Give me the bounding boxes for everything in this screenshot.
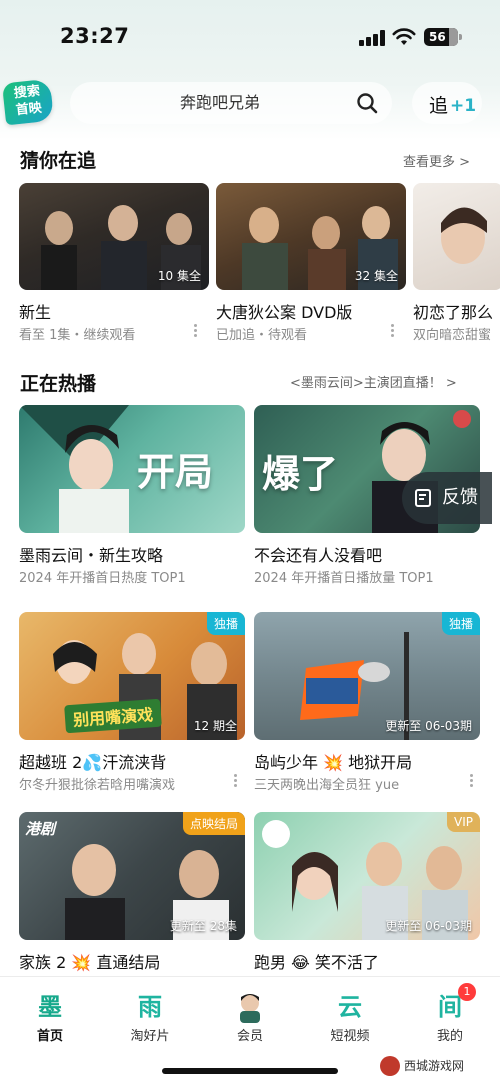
section-title-guess: 猜你在追: [20, 150, 97, 172]
tab-label: 首页: [36, 1029, 63, 1044]
hot-card-sub: 2024 年开播首日播放量 TOP1: [254, 571, 434, 586]
live-promo-link[interactable]: <墨雨云间>主演团直播！ >: [290, 372, 457, 391]
exclusive-tag: 独播: [441, 612, 480, 635]
tab-label: 短视频: [330, 1029, 370, 1044]
hot-card-title[interactable]: 墨雨云间・新生攻略: [19, 542, 245, 566]
discover-icon: 雨: [138, 993, 162, 1021]
tab-label: 我的: [436, 1029, 463, 1044]
episode-badge: 32 集全: [354, 269, 398, 283]
feedback-label: 反馈: [442, 487, 478, 508]
episode-badge: 更新至 06-03期: [385, 719, 472, 733]
hot-card-title[interactable]: 不会还有人没看吧: [254, 542, 480, 566]
hot-card-1-poster[interactable]: 开局: [19, 405, 245, 533]
episode-badge: 10 集全: [157, 269, 201, 283]
feedback-button[interactable]: 反馈: [402, 472, 492, 524]
follow-label: 追: [429, 95, 449, 117]
search-placeholder: 奔跑吧兄弟: [179, 93, 260, 112]
guess-thumb-1[interactable]: 10 集全: [19, 183, 209, 290]
home-indicator: [162, 1068, 338, 1074]
hot-card-4-poster[interactable]: 独播 更新至 06-03期: [254, 612, 480, 740]
home-icon: 墨: [38, 993, 62, 1021]
guess-thumb-3[interactable]: [413, 183, 500, 290]
guess-item-title[interactable]: 初恋了那么: [413, 299, 500, 323]
follow-count: +1: [450, 96, 477, 116]
episode-badge: 更新至 06-03期: [385, 919, 472, 933]
poster-title-text: 爆了: [262, 452, 339, 496]
view-more-link[interactable]: 查看更多 >: [403, 151, 470, 170]
poster-title-text: 港剧: [25, 820, 56, 838]
watermark-logo: 西城游戏网: [374, 1053, 494, 1079]
more-options-icon[interactable]: [232, 772, 238, 792]
hot-card-sub: 2024 年开播首日热度 TOP1: [19, 571, 186, 586]
guess-thumb-2[interactable]: 32 集全: [216, 183, 406, 290]
hot-card-title[interactable]: 家族 2 💥 直通结局: [19, 949, 245, 973]
guess-item-sub: 看至 1集・继续观看: [19, 328, 136, 343]
more-options-icon[interactable]: [468, 772, 474, 792]
hot-card-6-poster[interactable]: VIP 更新至 06-03期: [254, 812, 480, 940]
hot-card-5-poster[interactable]: 港剧 点映结局 更新至 28集: [19, 812, 245, 940]
wifi-icon: [392, 28, 416, 45]
guess-item-sub: 双向暗恋甜蜜: [413, 328, 492, 343]
episode-badge: 更新至 28集: [169, 919, 237, 933]
tab-vip[interactable]: 会员: [200, 977, 300, 1057]
hot-card-title[interactable]: 跑男 😂 笑不活了: [254, 949, 480, 973]
short-video-icon: 云: [338, 993, 362, 1021]
tab-discover[interactable]: 雨 淘好片: [100, 977, 200, 1057]
notification-badge: 1: [458, 983, 476, 1001]
exclusive-tag: 独播: [206, 612, 245, 635]
guess-item-title[interactable]: 新生: [19, 299, 209, 323]
hot-card-3-poster[interactable]: 独播 别用嘴演戏 12 期全: [19, 612, 245, 740]
guess-item-sub: 已加追・待观看: [216, 328, 308, 343]
battery-icon: 56: [424, 28, 462, 46]
member-avatar-icon: [240, 994, 260, 1023]
watermark-icon: [380, 1056, 400, 1076]
hot-card-title[interactable]: 超越班 2💦汗流浃背: [19, 749, 245, 773]
more-options-icon[interactable]: [389, 322, 395, 342]
feedback-icon: [415, 489, 431, 507]
section-title-hot: 正在热播: [20, 373, 97, 395]
tab-short-video[interactable]: 云 短视频: [300, 977, 400, 1057]
follow-button[interactable]: 追 +1: [412, 82, 482, 124]
watermark-text: 西城游戏网: [404, 1059, 465, 1073]
status-bar: 23:27 56: [0, 0, 500, 72]
tab-mine[interactable]: 间 1 我的: [400, 977, 500, 1057]
tab-label: 淘好片: [130, 1029, 170, 1044]
more-options-icon[interactable]: [192, 322, 198, 342]
hot-card-sub: 三天两晚出海全员狂 yue: [254, 778, 400, 793]
poster-title-text: 开局: [137, 450, 214, 494]
hot-card-sub: 尔冬升狠批徐若晗用嘴演戏: [19, 778, 176, 793]
poster-art: [441, 207, 487, 264]
battery-level: 56: [429, 30, 446, 44]
hot-card-title[interactable]: 岛屿少年 💥 地狱开局: [254, 749, 480, 773]
tab-label: 会员: [236, 1029, 263, 1044]
tab-home[interactable]: 墨 首页: [0, 977, 100, 1057]
vip-tag: VIP: [447, 812, 480, 832]
status-time: 23:27: [60, 24, 130, 48]
guess-item-title[interactable]: 大唐狄公案 DVD版: [216, 299, 406, 323]
signal-icon: [359, 30, 385, 46]
search-icon[interactable]: [356, 92, 378, 114]
finale-tag: 点映结局: [182, 812, 245, 835]
search-box[interactable]: 奔跑吧兄弟: [70, 82, 392, 124]
episode-badge: 12 期全: [193, 719, 237, 733]
